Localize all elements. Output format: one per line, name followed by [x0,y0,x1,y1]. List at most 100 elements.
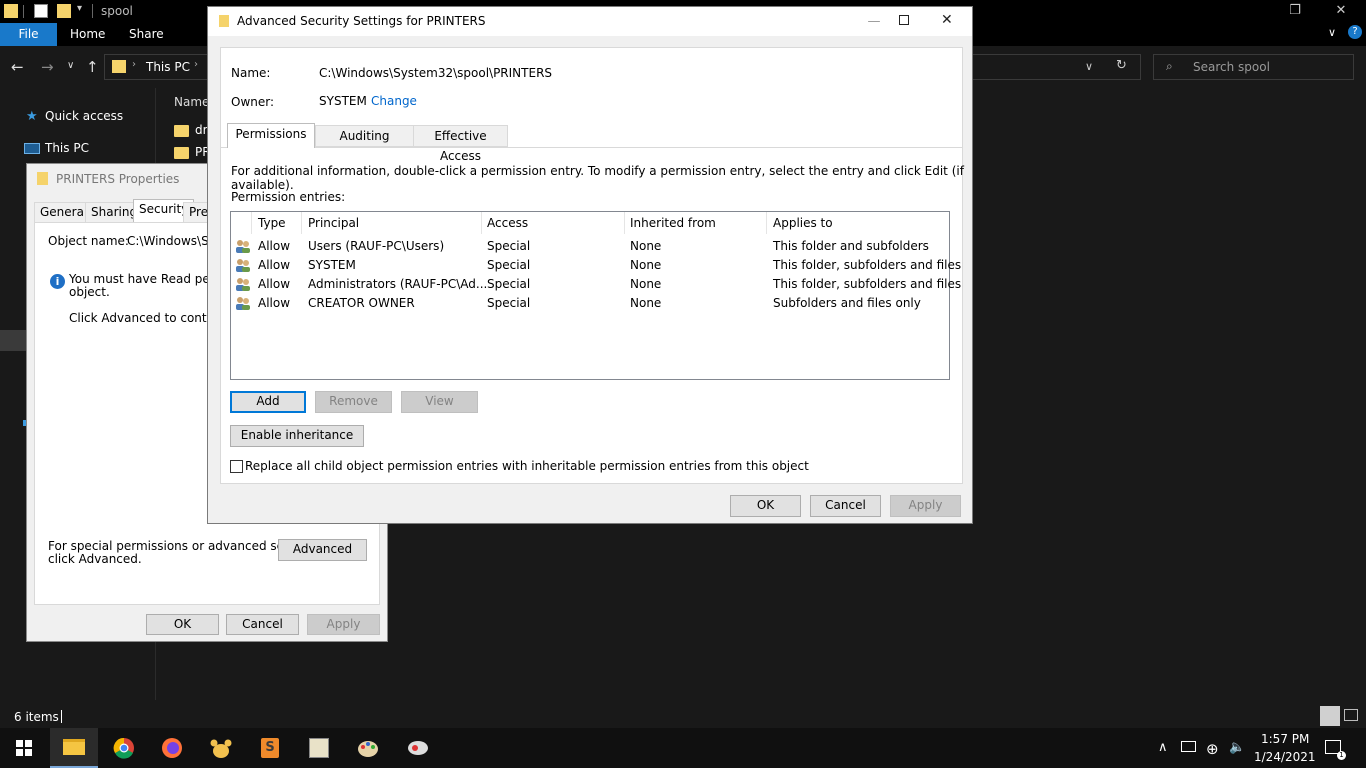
clock-time[interactable]: 1:57 PM [1261,732,1309,746]
cancel-button[interactable]: Cancel [810,495,881,517]
paw-app-icon [210,739,232,758]
info-message-line2: object. [69,285,110,299]
tab-effective-access[interactable]: Effective Access [413,125,508,163]
users-group-icon [236,240,250,253]
column-header-inherited-from[interactable]: Inherited from [630,216,716,230]
customize-quick-access-icon[interactable]: ▾ [77,3,82,14]
tab-permissions[interactable]: Permissions [227,123,315,148]
search-box[interactable]: ⌕ Search spool [1153,54,1354,80]
recent-locations-icon[interactable]: ∨ [67,60,74,71]
network-globe-icon[interactable]: ⊕ [1206,740,1219,758]
ribbon-tab-home[interactable]: Home [70,23,105,46]
firefox-icon [162,738,182,758]
clock-date[interactable]: 1/24/2021 [1254,750,1316,764]
ok-button[interactable]: OK [730,495,801,517]
entry-inherited-from: None [630,239,662,253]
entry-access: Special [487,296,531,310]
view-button[interactable]: View [401,391,478,413]
table-row[interactable]: Allow CREATOR OWNER Special None Subfold… [231,294,949,313]
list-item[interactable]: PR [174,145,211,159]
tab-auditing[interactable]: Auditing [315,125,414,147]
large-icons-view-icon[interactable] [1344,709,1358,721]
entry-type: Allow [258,258,291,272]
entry-type: Allow [258,296,291,310]
volume-icon[interactable]: 🔈 [1229,740,1245,755]
nav-item-this-pc[interactable]: This PC [45,141,89,155]
entry-type: Allow [258,239,291,253]
list-item[interactable]: dr [174,123,208,137]
nav-item-quick-access[interactable]: Quick access [45,109,123,123]
folder-icon [63,739,85,755]
breadcrumb-this-pc[interactable]: This PC [146,60,190,74]
owner-value: SYSTEM [319,94,367,108]
new-folder-quick-icon[interactable] [57,4,71,18]
entry-type: Allow [258,277,291,291]
replace-child-permissions-checkbox[interactable] [230,460,243,473]
change-owner-link[interactable]: Change [371,94,417,108]
column-header-access[interactable]: Access [487,216,528,230]
info-icon: i [50,274,65,289]
name-label: Name: [231,66,271,80]
column-header-name[interactable]: Name [174,95,209,109]
close-button[interactable]: ✕ [941,12,953,28]
advanced-button[interactable]: Advanced [278,539,367,561]
taskbar-app-paw[interactable] [197,728,245,768]
close-button[interactable]: ✕ [1318,0,1364,23]
add-button[interactable]: Add [230,391,306,413]
restore-button[interactable]: ❐ [1272,0,1318,23]
refresh-icon[interactable]: ↻ [1116,58,1127,73]
paint-palette-icon [358,741,378,757]
notification-badge: 1 [1337,751,1346,760]
users-group-icon [236,259,250,272]
ok-button[interactable]: OK [146,614,219,635]
column-separator [766,212,767,234]
taskbar-sublime[interactable]: S [246,728,294,768]
column-header-applies-to[interactable]: Applies to [773,216,833,230]
windows-logo-icon [16,740,32,756]
taskbar-file-explorer[interactable] [50,728,98,768]
window-title: spool [101,4,133,18]
taskbar-firefox[interactable] [148,728,196,768]
minimize-button[interactable]: — [851,14,897,29]
breadcrumb-chevron-icon: › [194,59,198,70]
object-name-label: Object name: [48,234,129,248]
permission-entries-label: Permission entries: [231,190,346,204]
snipping-tool-icon [408,741,428,755]
up-arrow-icon[interactable]: ↑ [86,58,99,76]
show-hidden-icons-icon[interactable]: ∧ [1158,740,1168,755]
details-view-icon[interactable] [1320,706,1340,726]
permission-entries-table[interactable]: Type Principal Access Inherited from App… [230,211,961,380]
back-arrow-icon[interactable]: ← [11,58,24,76]
help-icon[interactable]: ? [1348,25,1362,39]
folder-icon [174,146,189,159]
taskbar-snipping-tool[interactable] [394,728,442,768]
apply-button[interactable]: Apply [307,614,380,635]
table-row[interactable]: Allow SYSTEM Special None This folder, s… [231,256,961,275]
ribbon-tab-share[interactable]: Share [129,23,164,46]
maximize-button[interactable] [899,15,909,25]
properties-quick-icon[interactable] [34,4,48,18]
forward-arrow-icon[interactable]: → [41,58,54,76]
quick-access-star-icon: ★ [26,109,38,124]
entry-principal: Administrators (RAUF-PC\Ad... [308,277,488,291]
taskbar-task-manager[interactable] [295,728,343,768]
enable-inheritance-button[interactable]: Enable inheritance [230,425,364,447]
table-row[interactable]: Allow Users (RAUF-PC\Users) Special None… [231,237,949,256]
replace-child-permissions-label[interactable]: Replace all child object permission entr… [245,459,809,473]
column-header-type[interactable]: Type [258,216,286,230]
users-group-icon [236,278,250,291]
ribbon-expand-icon[interactable]: ∨ [1328,26,1336,39]
taskbar-chrome[interactable] [100,728,148,768]
table-row[interactable]: Allow Administrators (RAUF-PC\Ad... Spec… [231,275,961,294]
remove-button[interactable]: Remove [315,391,392,413]
address-dropdown-icon[interactable]: ∨ [1085,60,1093,73]
chart-app-icon [309,738,329,758]
taskbar-paint[interactable] [344,728,392,768]
battery-icon[interactable] [1181,741,1196,752]
entry-applies-to: This folder and subfolders [773,239,929,253]
cancel-button[interactable]: Cancel [226,614,299,635]
column-header-principal[interactable]: Principal [308,216,359,230]
ribbon-tab-file[interactable]: File [0,23,57,46]
start-button[interactable] [0,728,48,768]
apply-button[interactable]: Apply [890,495,961,517]
